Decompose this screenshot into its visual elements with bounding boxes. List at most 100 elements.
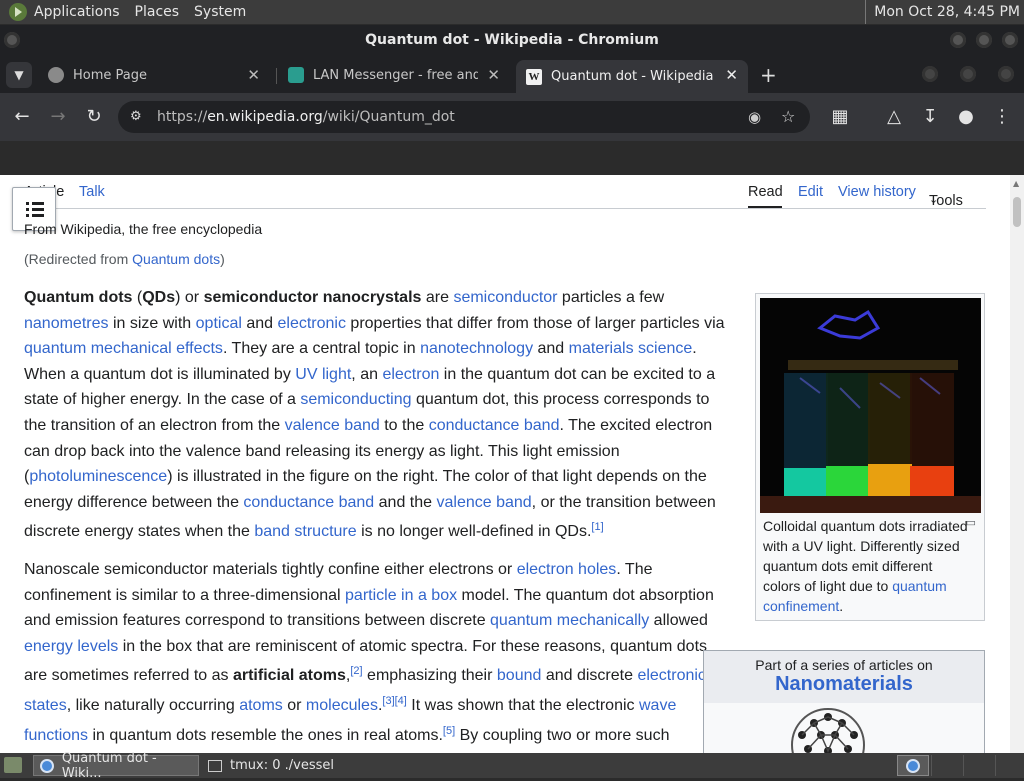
link[interactable]: valence band: [285, 417, 380, 434]
download-icon[interactable]: ↧: [918, 105, 942, 129]
tabbar-circle-icon: [960, 66, 976, 82]
menu-applications[interactable]: Applications: [34, 4, 129, 20]
article-nav: Article Talk Read Edit View history Tool…: [0, 175, 1010, 209]
tab-edit[interactable]: Edit: [798, 184, 823, 200]
profile-icon[interactable]: ●: [954, 105, 978, 129]
bookmark-star-icon[interactable]: ☆: [781, 101, 795, 133]
redirect-link[interactable]: Quantum dots: [132, 251, 220, 267]
tab-label: LAN Messenger - free and op: [313, 67, 478, 83]
citation[interactable]: [5]: [443, 725, 455, 737]
link[interactable]: conductance band: [429, 417, 560, 434]
link[interactable]: optical: [196, 315, 242, 332]
link[interactable]: molecules: [306, 697, 378, 714]
terminal-icon: [208, 759, 222, 772]
show-desktop-icon[interactable]: [4, 757, 22, 773]
link[interactable]: particle in a box: [345, 587, 457, 604]
extensions-icon[interactable]: ▦: [828, 105, 852, 129]
scrollbar-thumb[interactable]: [1013, 197, 1021, 227]
tab-view-history[interactable]: View history: [838, 184, 916, 200]
wikipedia-page: Article Talk Read Edit View history Tool…: [0, 175, 1010, 753]
window-titlebar[interactable]: Quantum dot - Wikipedia - Chromium: [0, 25, 1024, 55]
tabbar-circle-icon: [922, 66, 938, 82]
link[interactable]: atoms: [239, 697, 283, 714]
series-title-link[interactable]: Nanomaterials: [704, 673, 984, 696]
tab-quantum-dot[interactable]: W Quantum dot - Wikipedia ✕: [516, 60, 748, 93]
tab-lan-messenger[interactable]: LAN Messenger - free and op ✕: [278, 60, 510, 90]
desktop-taskbar: Quantum dot - Wiki... tmux: 0 ./vessel: [0, 751, 1024, 781]
more-menu-icon[interactable]: ⋮: [990, 105, 1014, 129]
lan-messenger-icon: [288, 67, 304, 83]
link[interactable]: quantum mechanical effects: [24, 340, 223, 357]
lead-paragraph-2: Nanoscale semiconductor materials tightl…: [24, 557, 714, 753]
back-icon[interactable]: ←: [10, 105, 34, 129]
url-text[interactable]: https://en.wikipedia.org/wiki/Quantum_do…: [157, 101, 455, 133]
close-tab-icon[interactable]: ✕: [725, 66, 738, 84]
citation[interactable]: [2]: [350, 665, 362, 677]
infobox: Colloidal quantum dots irradiated with a…: [755, 293, 985, 621]
tab-strip: ▼ Home Page ✕ LAN Messenger - free and o…: [0, 55, 1024, 93]
desktop-top-panel: Applications Places System Mon Oct 28, 4…: [0, 0, 1024, 24]
page-header-band: [0, 141, 1024, 175]
tabbar-circle-icon: [998, 66, 1014, 82]
link[interactable]: band structure: [254, 523, 356, 540]
minimize-window-icon[interactable]: [950, 32, 966, 48]
link[interactable]: materials science: [569, 340, 693, 357]
task-tmux[interactable]: tmux: 0 ./vessel: [202, 755, 382, 776]
wikipedia-icon: W: [526, 68, 542, 85]
tab-home-page[interactable]: Home Page ✕: [38, 60, 270, 90]
redirect-note: (Redirected from Quantum dots): [24, 251, 225, 267]
maximize-window-icon[interactable]: [976, 32, 992, 48]
link[interactable]: photoluminescence: [29, 468, 167, 485]
link[interactable]: quantum mechanically: [490, 612, 649, 629]
link[interactable]: nanometres: [24, 315, 109, 332]
series-label: Part of a series of articles on: [755, 657, 933, 673]
workspace-4[interactable]: [995, 755, 1023, 776]
link[interactable]: semiconductor: [453, 289, 557, 306]
tab-search-chevron-icon[interactable]: ▼: [6, 62, 32, 88]
globe-icon: [48, 67, 64, 83]
eye-slash-icon[interactable]: ◉: [748, 101, 761, 133]
menu-system[interactable]: System: [188, 4, 255, 20]
link[interactable]: semiconducting: [300, 391, 411, 408]
close-window-icon[interactable]: [1002, 32, 1018, 48]
distro-logo-icon[interactable]: [9, 3, 27, 21]
labs-flask-icon[interactable]: △: [882, 105, 906, 129]
link[interactable]: electronic: [277, 315, 345, 332]
lead-paragraph-1: Quantum dots (QDs) or semiconductor nano…: [24, 289, 725, 541]
link[interactable]: conductance band: [243, 494, 374, 511]
address-bar[interactable]: ⚙ https://en.wikipedia.org/wiki/Quantum_…: [118, 101, 810, 133]
chevron-down-icon: ⌄: [929, 194, 939, 206]
link[interactable]: UV light: [295, 366, 351, 383]
citation[interactable]: [3][4]: [382, 695, 406, 707]
workspace-2[interactable]: [931, 755, 961, 776]
close-tab-icon[interactable]: ✕: [487, 66, 500, 84]
tab-read[interactable]: Read: [748, 184, 783, 200]
link[interactable]: nanotechnology: [420, 340, 533, 357]
forward-icon[interactable]: →: [46, 105, 70, 129]
window-title: Quantum dot - Wikipedia - Chromium: [365, 32, 659, 48]
enlarge-icon[interactable]: ▭: [966, 516, 976, 529]
citation[interactable]: [1]: [591, 521, 603, 533]
menu-places[interactable]: Places: [129, 4, 189, 20]
link[interactable]: electron: [382, 366, 439, 383]
tab-talk[interactable]: Talk: [79, 184, 105, 200]
close-tab-icon[interactable]: ✕: [247, 66, 260, 84]
new-tab-plus-icon[interactable]: +: [760, 63, 777, 87]
chromium-icon: [906, 759, 920, 773]
workspace-switcher[interactable]: [897, 755, 929, 776]
window-menu-icon[interactable]: [4, 32, 20, 48]
site-settings-icon[interactable]: ⚙: [130, 101, 142, 133]
link[interactable]: bound: [497, 667, 542, 684]
fullerene-icon[interactable]: [788, 705, 868, 753]
page-scrollbar[interactable]: ▲: [1010, 175, 1024, 753]
link[interactable]: electron holes: [517, 561, 617, 578]
clock[interactable]: Mon Oct 28, 4:45 PM: [865, 0, 1020, 24]
link[interactable]: valence band: [436, 494, 531, 511]
task-chromium[interactable]: Quantum dot - Wiki...: [33, 751, 199, 781]
quantum-dots-photo[interactable]: [760, 298, 981, 513]
browser-toolbar: ← → ↻ ⚙ https://en.wikipedia.org/wiki/Qu…: [0, 93, 1024, 141]
workspace-3[interactable]: [963, 755, 993, 776]
scroll-up-arrow-icon[interactable]: ▲: [1013, 179, 1019, 188]
reload-icon[interactable]: ↻: [82, 105, 106, 129]
link[interactable]: energy levels: [24, 638, 118, 655]
